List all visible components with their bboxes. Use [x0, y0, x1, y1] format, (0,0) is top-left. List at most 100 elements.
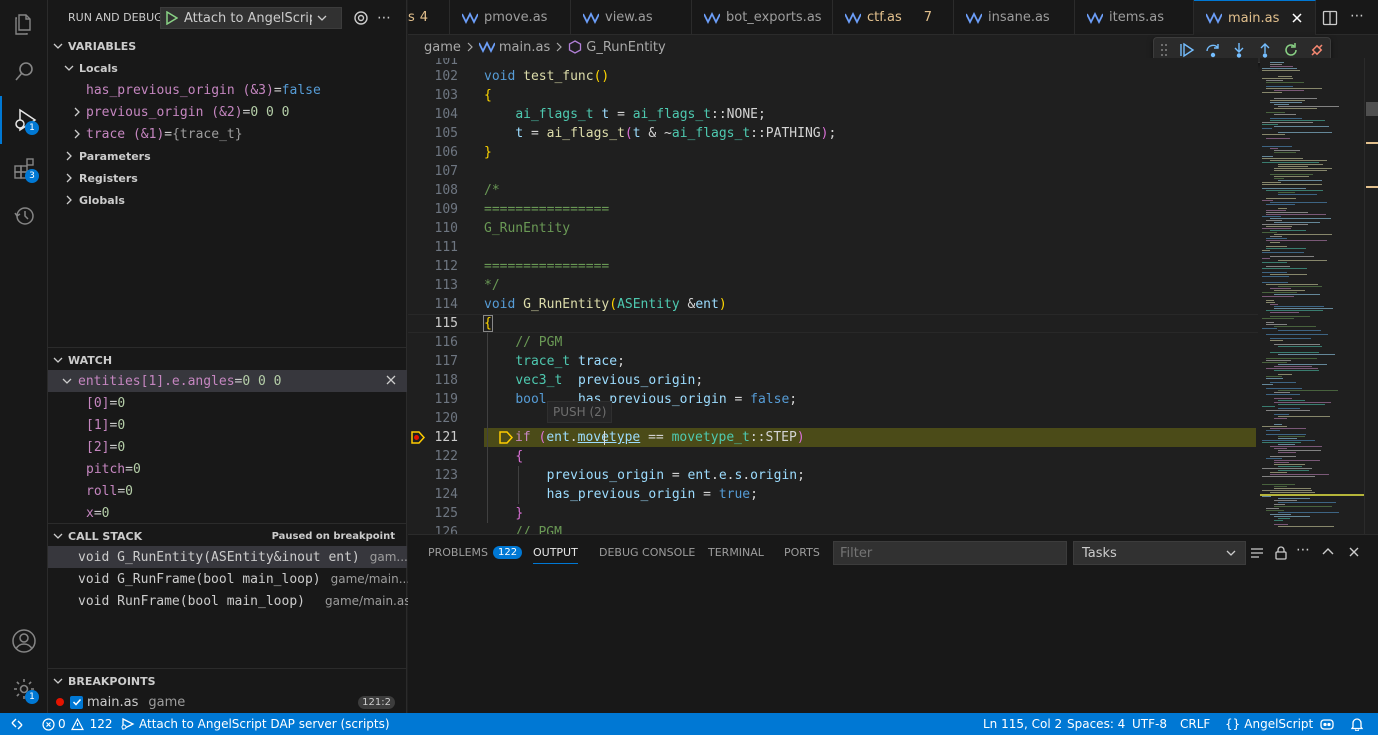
panel-tab-label: TERMINAL	[708, 546, 764, 559]
inline-breakpoint-icon[interactable]	[499, 431, 513, 444]
watch-child-row[interactable]: x = 0	[48, 502, 407, 524]
tab-pmove[interactable]: pmove.as	[450, 0, 571, 35]
watch-child-row[interactable]: pitch = 0	[48, 458, 407, 480]
angelscript-file-icon	[478, 41, 495, 53]
panel-more-actions-icon[interactable]: ⋯	[1296, 542, 1310, 558]
chevron-down-icon	[53, 357, 63, 363]
remote-indicator-icon[interactable]	[10, 713, 24, 735]
encoding-status[interactable]: UTF-8	[1132, 713, 1167, 735]
watch-child-name: [2]	[86, 439, 110, 455]
output-filter-input[interactable]	[833, 541, 1067, 565]
eol-status[interactable]: CRLF	[1180, 713, 1210, 735]
watch-expression-row[interactable]: entities[1].e.angles = 0 0 0	[48, 370, 407, 392]
watch-section-header[interactable]: WATCH	[48, 349, 407, 371]
breakpoints-section-header[interactable]: BREAKPOINTS	[48, 670, 407, 692]
tab-debug-console[interactable]: DEBUG CONSOLE	[599, 535, 695, 570]
tab-partial[interactable]: s 4	[408, 0, 450, 35]
breakpoint-enabled-checkbox[interactable]	[70, 695, 83, 709]
tab-items[interactable]: items.as	[1075, 0, 1194, 35]
breadcrumb-file[interactable]: main.as	[499, 40, 550, 55]
debug-session-status[interactable]: Attach to AngelScript DAP server (script…	[121, 713, 390, 735]
scope-globals[interactable]: Globals	[48, 189, 407, 211]
extensions-icon[interactable]: 3	[0, 144, 48, 192]
language-mode-status[interactable]: {} AngelScript	[1225, 713, 1313, 735]
maximize-panel-icon[interactable]	[1321, 545, 1335, 559]
tab-ctf[interactable]: ctf.as 7	[833, 0, 954, 35]
code-line: 112 ================	[408, 257, 1258, 276]
line-number: 117	[434, 354, 458, 369]
stack-frame-row[interactable]: void G_RunFrame(bool main_loop) game/mai…	[48, 568, 410, 590]
debug-sidebar: RUN AND DEBUG Attach to AngelScript D ⋯ …	[48, 0, 410, 713]
tab-view[interactable]: view.as	[571, 0, 692, 35]
stack-frame-row[interactable]: void G_RunEntity(ASEntity&inout ent) gam…	[48, 546, 408, 568]
output-channel-select[interactable]: Tasks	[1073, 541, 1246, 565]
launch-config-name: Attach to AngelScript D	[184, 10, 312, 26]
manage-gear-icon[interactable]: 1	[0, 665, 48, 713]
watch-child-row[interactable]: [0] = 0	[48, 392, 407, 414]
watch-child-row[interactable]: [1] = 0	[48, 414, 407, 436]
watch-child-row[interactable]: roll = 0	[48, 480, 407, 502]
debug-session-icon	[121, 717, 135, 731]
section-divider	[48, 347, 407, 348]
breakpoint-row[interactable]: main.as game 121:2	[48, 691, 407, 713]
language-mode: AngelScript	[1244, 717, 1314, 731]
tab-main-active[interactable]: main.as	[1194, 0, 1316, 35]
tab-problems[interactable]: PROBLEMS 122	[428, 535, 523, 570]
sidebar-title: RUN AND DEBUG	[68, 11, 163, 24]
timeline-icon[interactable]	[0, 192, 48, 240]
start-debug-icon[interactable]	[166, 11, 178, 25]
lock-scroll-icon[interactable]	[1273, 545, 1289, 561]
panel-tab-label: OUTPUT	[533, 546, 578, 559]
locals-scope[interactable]: Locals	[48, 57, 407, 79]
breakpoint-current-icon[interactable]	[411, 431, 425, 444]
editor-scrollbar[interactable]	[1364, 58, 1378, 534]
breadcrumb-folder[interactable]: game	[424, 40, 461, 55]
cursor-position-status[interactable]: Ln 115, Col 2	[983, 713, 1062, 735]
more-actions-icon[interactable]: ⋯	[377, 10, 391, 26]
line-number: 120	[434, 411, 458, 426]
variable-row[interactable]: previous_origin (&2) = 0 0 0	[48, 101, 407, 123]
close-panel-icon[interactable]	[1348, 546, 1360, 558]
account-icon[interactable]	[0, 617, 48, 665]
clear-output-icon[interactable]	[1249, 545, 1265, 561]
problems-status[interactable]: 0 122	[42, 713, 113, 735]
tab-output[interactable]: OUTPUT	[533, 535, 578, 570]
line-number: 112	[434, 259, 458, 274]
indentation-status[interactable]: Spaces: 4	[1067, 713, 1125, 735]
scope-label: Parameters	[79, 149, 151, 163]
debug-settings-gear-icon[interactable]	[353, 10, 369, 26]
stack-frame-row[interactable]: void RunFrame(bool main_loop) game/main.…	[48, 590, 410, 612]
minimap[interactable]	[1260, 58, 1364, 534]
tab-ports[interactable]: PORTS	[784, 535, 820, 570]
scope-parameters[interactable]: Parameters	[48, 145, 407, 167]
watch-child-row[interactable]: [2] = 0	[48, 436, 407, 458]
code-editor[interactable]: 101 102 void test_func() 103{ 104 ai_flag…	[408, 58, 1258, 534]
breadcrumb-chevron-icon	[467, 42, 473, 52]
split-editor-icon[interactable]	[1322, 10, 1338, 26]
breadcrumb-symbol[interactable]: G_RunEntity	[586, 40, 665, 55]
notifications-bell-icon[interactable]	[1350, 713, 1364, 735]
scope-registers[interactable]: Registers	[48, 167, 407, 189]
extensions-badge: 3	[25, 169, 39, 183]
editor-more-actions-icon[interactable]: ⋯	[1350, 8, 1364, 24]
explorer-icon[interactable]	[0, 0, 48, 48]
search-icon[interactable]	[0, 48, 48, 96]
variable-row[interactable]: has_previous_origin (&3) = false	[48, 79, 407, 101]
tab-close-icon[interactable]	[1291, 12, 1303, 24]
chevron-down-icon[interactable]	[316, 12, 328, 24]
copilot-icon[interactable]	[1319, 713, 1335, 735]
warning-count: 122	[89, 717, 113, 731]
tab-label: s	[408, 10, 415, 25]
call-stack-section-header[interactable]: CALL STACK Paused on breakpoint	[48, 525, 407, 547]
tab-terminal[interactable]: TERMINAL	[708, 535, 764, 570]
tab-insane[interactable]: insane.as	[954, 0, 1075, 35]
run-debug-icon[interactable]: 1	[0, 96, 48, 144]
tab-bot-exports[interactable]: bot_exports.as	[692, 0, 833, 35]
scroll-thumb[interactable]	[1366, 102, 1378, 116]
remove-watch-close-icon[interactable]	[385, 374, 397, 386]
variable-row[interactable]: trace (&1) = {trace_t}	[48, 123, 407, 145]
launch-config-select[interactable]: Attach to AngelScript D	[160, 7, 342, 29]
watch-header-label: WATCH	[68, 353, 113, 367]
chevron-right-icon	[66, 195, 72, 205]
variables-section-header[interactable]: VARIABLES	[48, 35, 407, 57]
